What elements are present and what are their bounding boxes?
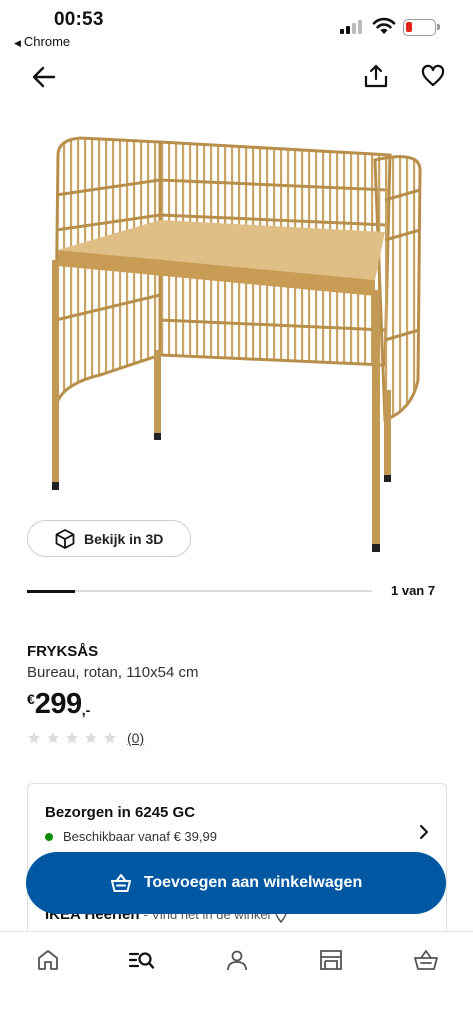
view-in-3d-button[interactable]: Bekijk in 3D — [27, 520, 191, 557]
store-icon[interactable] — [318, 948, 344, 972]
status-bar: 00:53 ◀ Chrome — [0, 0, 473, 52]
product-price: € 299 ,- — [27, 688, 90, 721]
heart-icon[interactable] — [420, 63, 446, 89]
basket-tab-icon[interactable] — [413, 948, 439, 972]
rattan-desk-image[interactable] — [40, 120, 440, 570]
delivery-availability: Beschikbaar vanaf € 39,99 — [45, 829, 217, 844]
add-to-cart-label: Toevoegen aan winkelwagen — [143, 874, 363, 891]
availability-text: Beschikbaar vanaf € 39,99 — [63, 829, 217, 844]
gallery-counter: 1 van 7 — [391, 583, 436, 598]
status-time: 00:53 — [54, 9, 104, 30]
arrow-left-icon[interactable] — [30, 63, 58, 91]
availability-dot-icon — [45, 832, 53, 841]
wifi-icon — [372, 17, 396, 34]
price-amount: 299 — [34, 688, 82, 720]
product-description: Bureau, rotan, 110x54 cm — [27, 664, 199, 681]
basket-icon — [110, 874, 131, 892]
rating-stars — [27, 731, 122, 745]
view-in-3d-label: Bekijk in 3D — [84, 530, 164, 547]
star-icon — [28, 732, 40, 744]
delivery-title: Bezorgen in 6245 GC — [45, 804, 196, 821]
chevron-right-icon[interactable] — [416, 824, 432, 840]
back-to-app-link[interactable]: ◀ Chrome — [14, 34, 70, 49]
cellular-signal-icon — [340, 20, 366, 34]
battery-icon — [403, 19, 440, 36]
star-icon — [104, 732, 116, 744]
back-triangle-icon: ◀ — [14, 38, 21, 48]
bottom-tab-bar — [0, 931, 473, 1024]
product-name: FRYKSÅS — [27, 643, 99, 660]
review-count-link[interactable]: (0) — [127, 730, 144, 746]
share-icon[interactable] — [362, 62, 390, 90]
cube-3d-icon — [55, 528, 75, 549]
price-suffix: ,- — [81, 702, 91, 718]
search-list-icon[interactable] — [128, 948, 156, 972]
price-currency: € — [27, 691, 35, 707]
gallery-progress-fill — [27, 589, 76, 593]
star-icon — [66, 732, 78, 744]
gallery-progress — [27, 589, 372, 593]
star-icon — [85, 732, 97, 744]
battery-level — [406, 22, 412, 32]
home-icon[interactable] — [35, 948, 61, 972]
add-to-cart-button[interactable]: Toevoegen aan winkelwagen — [26, 852, 446, 914]
star-icon — [47, 732, 59, 744]
back-app-label: Chrome — [23, 34, 71, 49]
profile-icon[interactable] — [224, 948, 250, 972]
product-rating[interactable]: (0) — [27, 730, 144, 746]
